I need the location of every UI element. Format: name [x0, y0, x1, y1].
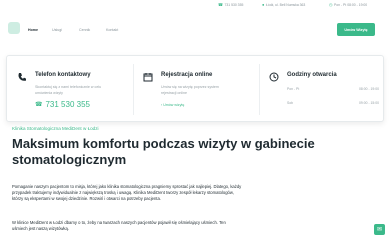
topbar-address: ● Łódź, ul. Bell Numska 363: [262, 2, 305, 7]
page-title: Maksimum komfortu podczas wizyty w gabin…: [12, 136, 315, 167]
book-appointment-button[interactable]: Umów Wizytę: [337, 23, 375, 36]
clock-icon: [269, 72, 279, 82]
hours-row: Sob 09:00 - 15:00: [287, 101, 379, 105]
topbar-address-text: Łódź, ul. Bell Numska 363: [265, 2, 306, 7]
registration-text: Umów się na wizytę poprzez system rejest…: [161, 85, 219, 95]
topbar-hours-text: Pon - Pt 08:00 - 19:00: [334, 2, 368, 7]
phone-icon: ☎: [35, 102, 43, 108]
nav-contact[interactable]: Kontakt: [106, 28, 118, 32]
hours-row: Pon - Pt 08:00 - 19:00: [287, 87, 379, 91]
intro-paragraph-2: W klinice MediDent w Łodzi dbamy o to, ż…: [12, 220, 226, 232]
topbar-phone-text: 731 530 355: [224, 2, 244, 7]
nav-pricing[interactable]: Cennik: [79, 28, 90, 32]
contact-phone-number: 731 530 355: [45, 100, 90, 109]
hours-time: 08:00 - 19:00: [359, 87, 379, 91]
chat-widget-button[interactable]: ✉: [374, 224, 385, 235]
contact-text: Skontaktuj się z nami telefonicznie w ce…: [35, 85, 102, 95]
nav-home[interactable]: Home: [28, 28, 38, 32]
hours-day: Sob: [287, 101, 294, 105]
registration-column: Rejestracja online Umów się na wizytę po…: [133, 56, 259, 123]
hours-day: Pon - Pt: [287, 87, 300, 91]
calendar-icon: [143, 73, 153, 82]
contact-title: Telefon kontaktowy: [35, 72, 91, 78]
hours-column: Godziny otwarcia Pon - Pt 08:00 - 19:00 …: [259, 56, 385, 123]
hours-time: 09:00 - 15:00: [359, 101, 379, 105]
topbar-phone[interactable]: ☎ 731 530 355: [218, 2, 243, 7]
section-subtitle: Klinika Stomatologiczna MediDent w Łodzi: [12, 126, 99, 131]
info-panel: Telefon kontaktowy Skontaktuj się z nami…: [6, 55, 384, 122]
contact-column: Telefon kontaktowy Skontaktuj się z nami…: [7, 56, 133, 123]
hours-title: Godziny otwarcia: [287, 72, 337, 78]
registration-title: Rejestracja online: [161, 72, 213, 78]
top-contact-bar: ☎ 731 530 355 ● Łódź, ul. Bell Numska 36…: [0, 0, 390, 10]
location-pin-icon: ●: [262, 2, 265, 7]
main-navbar: Home Usługi Cennik Kontakt Umów Wizytę: [0, 10, 390, 44]
registration-link[interactable]: › Umów wizytę: [161, 103, 184, 107]
topbar-hours: ◷ Pon - Pt 08:00 - 19:00: [329, 2, 367, 7]
phone-icon: [18, 73, 26, 81]
contact-phone-link[interactable]: ☎ 731 530 355: [35, 100, 90, 109]
chat-icon: ✉: [376, 227, 383, 233]
phone-icon: ☎: [218, 2, 223, 7]
nav-services[interactable]: Usługi: [52, 28, 62, 32]
clock-icon: ◷: [329, 2, 333, 7]
intro-paragraph: Pomaganie naszym pacjentom to misja, któ…: [12, 184, 242, 202]
registration-link-label: Umów wizytę: [163, 103, 185, 107]
logo[interactable]: [8, 22, 20, 34]
